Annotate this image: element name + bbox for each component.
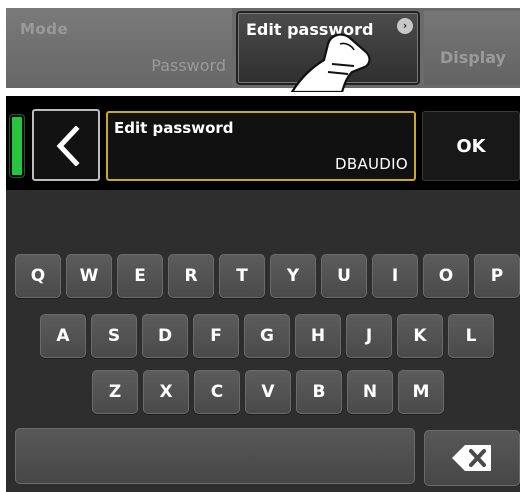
key-e[interactable]: E	[117, 254, 163, 298]
key-z[interactable]: Z	[92, 370, 138, 414]
chevron-left-icon	[56, 126, 80, 166]
ok-button[interactable]: OK	[422, 111, 520, 181]
key-r[interactable]: R	[168, 254, 214, 298]
key-j[interactable]: J	[346, 314, 392, 358]
key-d[interactable]: D	[142, 314, 188, 358]
key-p[interactable]: P	[474, 254, 520, 298]
key-n[interactable]: N	[347, 370, 393, 414]
key-k[interactable]: K	[397, 314, 443, 358]
key-a[interactable]: A	[40, 314, 86, 358]
backspace-icon	[452, 445, 491, 471]
mode-label: Mode	[20, 20, 69, 38]
key-g[interactable]: G	[244, 314, 290, 358]
key-m[interactable]: M	[398, 370, 444, 414]
key-q[interactable]: Q	[15, 254, 61, 298]
password-field-value: DBAUDIO	[335, 155, 408, 173]
key-w[interactable]: W	[66, 254, 112, 298]
tap-hand-icon	[290, 33, 371, 92]
key-s[interactable]: S	[91, 314, 137, 358]
password-field-label: Edit password	[114, 119, 234, 137]
key-y[interactable]: Y	[270, 254, 316, 298]
key-v[interactable]: V	[245, 370, 291, 414]
display-label: Display	[440, 48, 506, 67]
key-u[interactable]: U	[321, 254, 367, 298]
backspace-key[interactable]	[424, 430, 520, 486]
status-led	[10, 115, 24, 177]
key-l[interactable]: L	[448, 314, 494, 358]
key-c[interactable]: C	[194, 370, 240, 414]
key-i[interactable]: I	[372, 254, 418, 298]
key-o[interactable]: O	[423, 254, 469, 298]
key-x[interactable]: X	[143, 370, 189, 414]
mode-value: Password	[151, 56, 226, 75]
key-h[interactable]: H	[295, 314, 341, 358]
chevron-right-icon: ›	[397, 18, 413, 34]
key-b[interactable]: B	[296, 370, 342, 414]
key-f[interactable]: F	[193, 314, 239, 358]
space-key[interactable]	[15, 428, 415, 484]
key-t[interactable]: T	[219, 254, 265, 298]
